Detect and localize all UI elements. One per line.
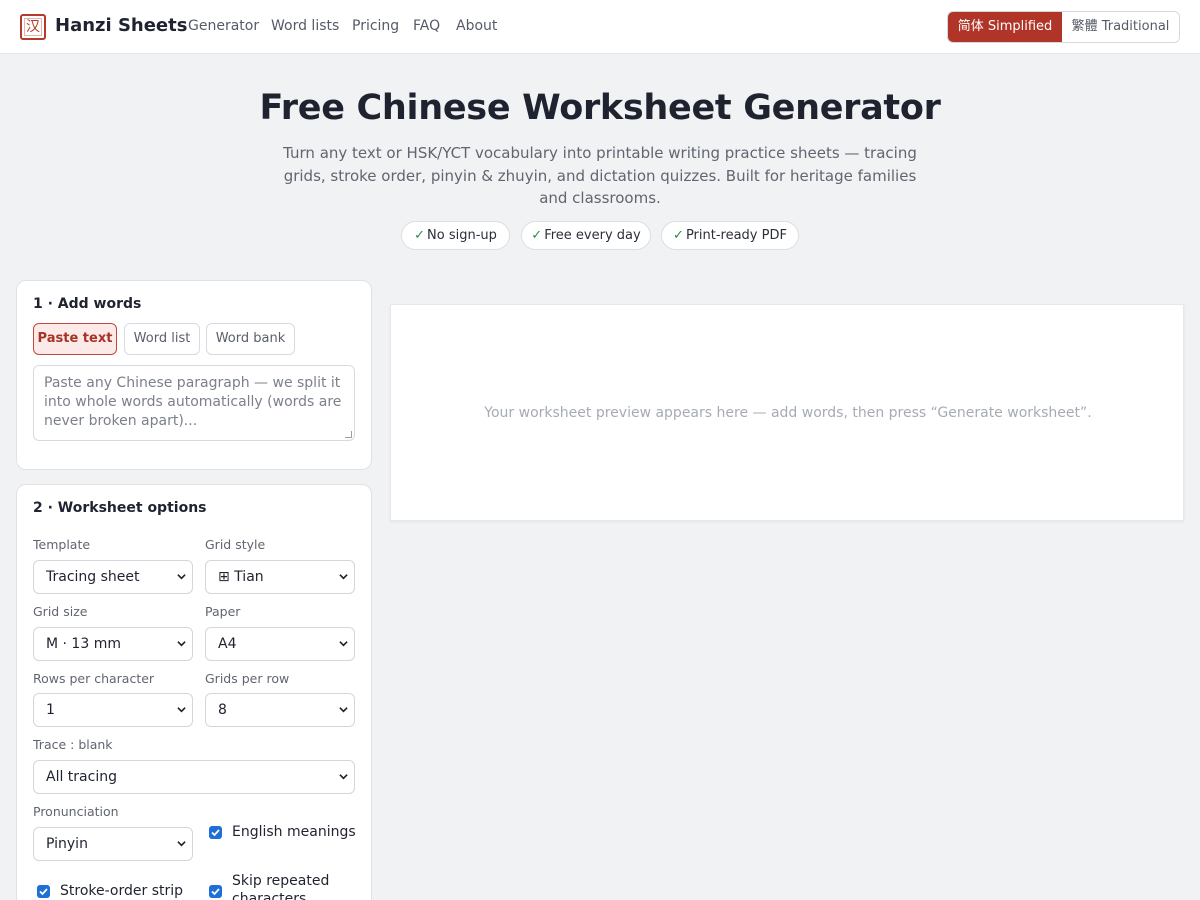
chevron-down-icon <box>177 841 186 847</box>
add-words-title: 1 · Add words <box>33 296 142 312</box>
nav-generator[interactable]: Generator <box>188 18 259 34</box>
top-nav-bar: 汉 Hanzi Sheets Generator Word lists Pric… <box>0 0 1200 54</box>
nav-faq[interactable]: FAQ <box>413 18 440 34</box>
options-title: 2 · Worksheet options <box>33 500 207 516</box>
grids-per-row-label: Grids per row <box>205 671 290 686</box>
grids-per-row-select[interactable]: 8 <box>205 693 355 727</box>
checkmark-icon <box>39 888 48 896</box>
grid-size-select[interactable]: M · 13 mm <box>33 627 193 661</box>
badge-label: Print-ready PDF <box>685 228 787 243</box>
checkmark-icon <box>211 888 220 896</box>
rows-value: 1 <box>46 702 55 718</box>
template-select[interactable]: Tracing sheet <box>33 560 193 594</box>
grid-size-label: Grid size <box>33 604 88 619</box>
trace-label: Trace : blank <box>33 737 113 752</box>
check-icon: ✓ <box>531 228 543 243</box>
nav-pricing[interactable]: Pricing <box>352 18 399 34</box>
stroke-order-label[interactable]: Stroke-order strip <box>60 882 190 900</box>
brand-name[interactable]: Hanzi Sheets <box>55 15 187 36</box>
logo-icon[interactable]: 汉 <box>20 14 46 40</box>
nav-about[interactable]: About <box>456 18 497 34</box>
simplified-button[interactable]: 简体 Simplified <box>948 12 1062 42</box>
pronunciation-value: Pinyin <box>46 836 88 852</box>
checkmark-icon <box>211 829 220 837</box>
paper-value: A4 <box>218 636 237 652</box>
check-icon: ✓ <box>673 228 684 243</box>
badge-label: No sign-up <box>427 228 497 243</box>
chevron-down-icon <box>177 641 186 647</box>
traditional-button[interactable]: 繁體 Traditional <box>1062 12 1179 42</box>
chevron-down-icon <box>339 574 348 580</box>
badge-free: ✓ Free every day <box>521 221 651 250</box>
english-meanings-checkbox[interactable] <box>209 826 222 839</box>
paste-text-area[interactable]: Paste any Chinese paragraph — we split i… <box>33 365 355 441</box>
trace-select[interactable]: All tracing <box>33 760 355 794</box>
page-subtitle: Turn any text or HSK/YCT vocabulary into… <box>283 144 917 207</box>
grid-style-select[interactable]: ⊞ Tian <box>205 560 355 594</box>
grid-style-label: Grid style <box>205 537 266 552</box>
nav-word-lists[interactable]: Word lists <box>271 18 339 34</box>
chevron-down-icon <box>177 707 186 713</box>
tab-word-bank[interactable]: Word bank <box>206 323 295 355</box>
pronunciation-select[interactable]: Pinyin <box>33 827 193 861</box>
skip-repeated-checkbox[interactable] <box>209 885 222 898</box>
paper-label: Paper <box>205 604 241 619</box>
pronunciation-label: Pronunciation <box>33 804 119 819</box>
page-title: Free Chinese Worksheet Generator <box>259 88 941 128</box>
chevron-down-icon <box>339 774 348 780</box>
rows-label: Rows per character <box>33 671 155 686</box>
chevron-down-icon <box>339 707 348 713</box>
grid-style-value: ⊞ Tian <box>218 569 264 585</box>
resize-handle-icon[interactable] <box>345 431 352 438</box>
add-words-panel: 1 · Add words Paste text Word list Word … <box>16 280 372 470</box>
stroke-order-checkbox[interactable] <box>37 885 50 898</box>
rows-select[interactable]: 1 <box>33 693 193 727</box>
tab-paste-text[interactable]: Paste text <box>33 323 117 355</box>
trace-value: All tracing <box>46 769 117 785</box>
script-toggle: 简体 Simplified 繁體 Traditional <box>947 11 1180 43</box>
english-meanings-label[interactable]: English meanings <box>232 823 362 841</box>
chevron-down-icon <box>177 574 186 580</box>
preview-placeholder: Your worksheet preview appears here — ad… <box>484 405 1092 421</box>
chevron-down-icon <box>339 641 348 647</box>
grids-per-row-value: 8 <box>218 702 227 718</box>
badge-print-ready: ✓ Print-ready PDF <box>661 221 799 250</box>
textarea-placeholder: Paste any Chinese paragraph — we split i… <box>44 375 342 429</box>
worksheet-preview: Your worksheet preview appears here — ad… <box>390 304 1184 521</box>
worksheet-options-panel: 2 · Worksheet options Template Tracing s… <box>16 484 372 900</box>
badge-label: Free every day <box>544 228 641 243</box>
template-value: Tracing sheet <box>46 569 140 585</box>
badge-no-signup: ✓ No sign-up <box>401 221 510 250</box>
check-icon: ✓ <box>414 228 426 243</box>
tab-word-list[interactable]: Word list <box>124 323 200 355</box>
grid-size-value: M · 13 mm <box>46 636 121 652</box>
paper-select[interactable]: A4 <box>205 627 355 661</box>
skip-repeated-label[interactable]: Skip repeated characters <box>232 872 352 900</box>
template-label: Template <box>33 537 91 552</box>
